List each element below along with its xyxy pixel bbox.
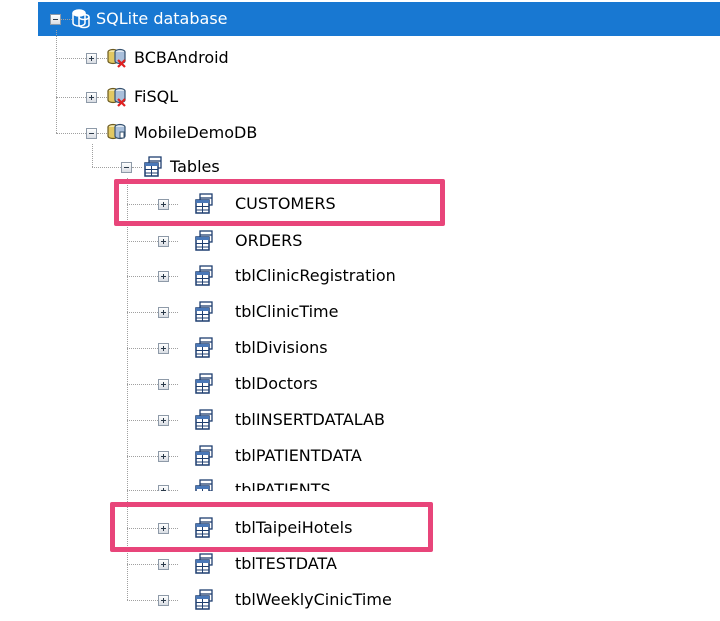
table-item-label[interactable]: tblINSERTDATALAB xyxy=(235,410,385,430)
table-icon xyxy=(195,409,213,430)
table-icon xyxy=(195,337,213,358)
tree-connector-line xyxy=(127,241,158,242)
row-obscure-mask xyxy=(150,491,430,502)
table-icon xyxy=(195,373,213,394)
database-label[interactable]: FiSQL xyxy=(134,87,178,107)
tree-connector-line xyxy=(56,58,86,59)
tree-connector-line xyxy=(169,564,178,565)
database-fisql-expand-toggle[interactable] xyxy=(86,92,97,103)
database-label[interactable]: MobileDemoDB xyxy=(134,123,257,143)
tables-folder-collapse-toggle[interactable] xyxy=(121,162,132,173)
tree-connector-line xyxy=(56,97,86,98)
tables-folder-icon xyxy=(144,156,162,177)
table-item-label[interactable]: tblTESTDATA xyxy=(235,554,337,574)
root-collapse-toggle[interactable] xyxy=(50,14,61,25)
customers-highlight-box xyxy=(114,179,445,226)
table-expand-toggle[interactable] xyxy=(158,271,169,282)
tree-connector-line xyxy=(56,133,86,134)
tree-connector-line xyxy=(169,348,178,349)
tree-connector-line xyxy=(127,384,158,385)
table-item-label[interactable]: ORDERS xyxy=(235,231,302,251)
tree-connector-line xyxy=(169,456,178,457)
table-icon xyxy=(195,265,213,286)
tree-connector-line xyxy=(169,276,178,277)
tree-connector-line xyxy=(127,312,158,313)
tree-connector-line xyxy=(127,276,158,277)
database-server-icon xyxy=(72,9,90,29)
database-connected-icon xyxy=(107,123,126,140)
database-label[interactable]: BCBAndroid xyxy=(134,48,229,68)
database-disconnected-icon xyxy=(107,48,126,68)
table-icon xyxy=(195,301,213,322)
table-item-label[interactable]: tblClinicTime xyxy=(235,302,338,322)
tree-connector-line xyxy=(127,600,158,601)
tree-connector-line xyxy=(92,144,93,167)
taipei-hotels-highlight-box xyxy=(110,502,433,552)
tree-connector-line xyxy=(127,456,158,457)
table-item-label[interactable]: tblWeeklyCinicTime xyxy=(235,590,392,610)
tree-connector-line xyxy=(92,167,121,168)
tables-folder-label[interactable]: Tables xyxy=(170,157,220,177)
table-expand-toggle[interactable] xyxy=(158,559,169,570)
tree-root-label[interactable]: SQLite database xyxy=(96,9,228,29)
tree-connector-line xyxy=(169,600,178,601)
tree-connector-line xyxy=(127,348,158,349)
table-item-label[interactable]: tblDoctors xyxy=(235,374,318,394)
table-item-label[interactable]: tblPATIENTDATA xyxy=(235,446,362,466)
table-expand-toggle[interactable] xyxy=(158,307,169,318)
table-expand-toggle[interactable] xyxy=(158,451,169,462)
table-expand-toggle[interactable] xyxy=(158,595,169,606)
tree-connector-line xyxy=(169,384,178,385)
tree-connector-line xyxy=(169,312,178,313)
database-bcbandroid-expand-toggle[interactable] xyxy=(86,53,97,64)
database-disconnected-icon xyxy=(107,87,126,107)
tree-connector-line xyxy=(132,167,142,168)
table-item-label[interactable]: tblClinicRegistration xyxy=(235,266,396,286)
table-expand-toggle[interactable] xyxy=(158,415,169,426)
table-icon xyxy=(195,589,213,610)
tree-connector-line xyxy=(169,241,178,242)
table-item-label[interactable]: tblDivisions xyxy=(235,338,328,358)
table-icon xyxy=(195,230,213,251)
database-mobiledemodb-collapse-toggle[interactable] xyxy=(86,128,97,139)
table-icon xyxy=(195,553,213,574)
table-expand-toggle[interactable] xyxy=(158,343,169,354)
tree-connector-line xyxy=(169,420,178,421)
tree-connector-line xyxy=(127,564,158,565)
database-tree[interactable]: SQLite database BCBAndroid FiSQL MobileDemo… xyxy=(0,0,720,621)
table-expand-toggle[interactable] xyxy=(158,236,169,247)
tree-connector-line xyxy=(127,420,158,421)
table-expand-toggle[interactable] xyxy=(158,379,169,390)
tree-connector-line xyxy=(56,30,57,133)
table-icon xyxy=(195,445,213,466)
